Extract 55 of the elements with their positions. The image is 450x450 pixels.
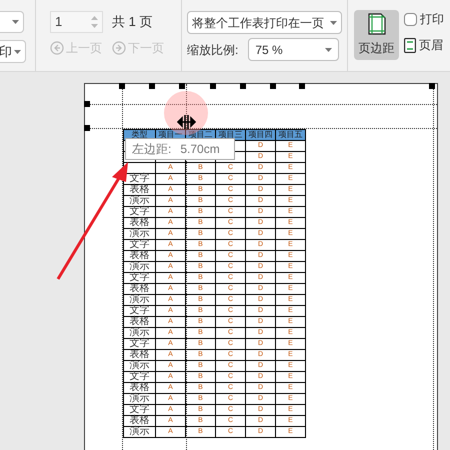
caret-icon (325, 48, 332, 52)
margin-handle[interactable] (240, 83, 246, 89)
scale-dropdown[interactable]: 75 % (248, 38, 340, 61)
header-footer-button[interactable]: 页眉 (404, 36, 444, 54)
margin-handle[interactable] (84, 125, 90, 131)
table-cell: 表格 (124, 350, 156, 360)
table-cell: 演示 (124, 426, 156, 438)
spinner-icon (91, 15, 98, 29)
table-cell: 演示 (124, 262, 156, 272)
tooltip-label: 左边距: (132, 141, 172, 158)
margin-handle[interactable] (429, 83, 435, 89)
dropdown[interactable] (0, 11, 24, 33)
table-cell: 表格 (124, 250, 156, 262)
table-cell: 表格 (124, 284, 156, 294)
margin-handle[interactable] (84, 101, 90, 107)
table-cell: 文字 (124, 206, 156, 218)
table-cell: 表格 (124, 218, 156, 228)
caret-icon (330, 20, 337, 24)
table-cell: 表格 (124, 316, 156, 328)
margin-handle[interactable] (179, 83, 185, 89)
caret-icon (12, 20, 19, 24)
table-cell: 演示 (124, 228, 156, 240)
table-cell: 演示 (124, 196, 156, 206)
table-cell: 演示 (124, 294, 156, 306)
page-number-field[interactable]: 1 (50, 11, 103, 33)
table-cell: 文字 (124, 404, 156, 416)
table-cell: 演示 (124, 360, 156, 372)
print-checkbox[interactable]: 打印 (404, 10, 444, 28)
table-cell: 表格 (124, 382, 156, 394)
column-header: 项目四 (246, 130, 276, 140)
scale-label: 缩放比例: (187, 42, 238, 58)
table-cell: 文字 (124, 338, 156, 350)
margin-handle[interactable] (299, 83, 305, 89)
dropdown[interactable]: 印 (0, 40, 26, 63)
header-footer-icon (404, 38, 416, 52)
page-total: 共 1 页 (112, 13, 152, 32)
table-cell: 文字 (124, 306, 156, 316)
table-cell: 表格 (124, 416, 156, 426)
fit-dropdown[interactable]: 将整个工作表打印在一页 (187, 11, 342, 34)
tooltip-value: 5.70cm (180, 141, 220, 158)
column-header: 项目五 (276, 130, 306, 140)
table-cell: 文字 (124, 272, 156, 284)
table-cell: 文字 (124, 240, 156, 250)
table-cell: 文字 (124, 372, 156, 382)
table-cell: 演示 (124, 328, 156, 338)
page-margins-icon (368, 13, 386, 35)
table-cell: 表格 (124, 184, 156, 196)
margin-handle[interactable] (149, 83, 155, 89)
margin-handle[interactable] (119, 83, 125, 89)
margin-handle[interactable] (270, 83, 276, 89)
resize-cursor-icon (177, 114, 196, 130)
table-cell: 演示 (124, 394, 156, 404)
margin-handle[interactable] (210, 83, 216, 89)
margins-button[interactable]: 页边距 (354, 10, 399, 60)
caret-icon (14, 50, 21, 54)
